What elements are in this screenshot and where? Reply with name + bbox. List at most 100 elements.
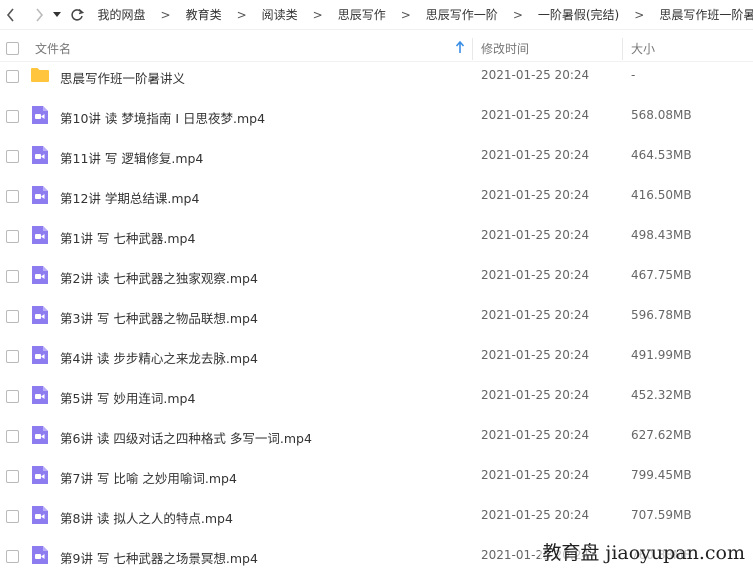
- row-checkbox[interactable]: [6, 270, 19, 283]
- column-header-name[interactable]: 文件名: [35, 40, 71, 57]
- file-size: 627.62MB: [631, 428, 692, 442]
- video-file-icon: [30, 465, 50, 485]
- file-modified-time: 2021-01-25 20:24: [481, 468, 590, 482]
- file-row[interactable]: 第1讲 写 七种武器.mp4 2021-01-25 20:24 498.43MB: [0, 222, 753, 262]
- file-size: 799.45MB: [631, 468, 692, 482]
- file-size: 596.78MB: [631, 308, 692, 322]
- row-checkbox[interactable]: [6, 430, 19, 443]
- file-modified-time: 2021-01-25 20:24: [481, 148, 590, 162]
- video-file-icon: [30, 345, 50, 365]
- file-size: 464.53MB: [631, 148, 692, 162]
- breadcrumb-item[interactable]: 思晨写作班一阶暑: [657, 6, 753, 23]
- file-name[interactable]: 第8讲 读 拟人之人的特点.mp4: [60, 508, 233, 527]
- file-list: 思晨写作班一阶暑讲义 2021-01-25 20:24 - 第10讲 读 梦境指南 I…: [0, 62, 753, 569]
- column-header-modified-time[interactable]: 修改时间: [481, 40, 529, 57]
- breadcrumb-item[interactable]: 我的网盘: [95, 6, 147, 23]
- file-row[interactable]: 第10讲 读 梦境指南 I 日思夜梦.mp4 2021-01-25 20:24 56…: [0, 102, 753, 142]
- select-all-checkbox[interactable]: [6, 42, 19, 55]
- row-checkbox[interactable]: [6, 470, 19, 483]
- video-file-icon: [30, 105, 50, 125]
- forward-button[interactable]: [28, 0, 50, 30]
- file-name[interactable]: 第5讲 写 妙用连词.mp4: [60, 388, 195, 407]
- navigation-bar: 我的网盘 > 教育类 > 阅读类 > 思辰写作 > 思辰写作一阶 > 一阶暑假(完结) > 思晨写作班一…: [0, 0, 753, 30]
- file-list-header: 文件名 修改时间 大小: [0, 36, 753, 62]
- file-size: 491.99MB: [631, 348, 692, 362]
- file-size: 452.32MB: [631, 388, 692, 402]
- chevron-right-icon: [36, 7, 43, 22]
- refresh-icon: [70, 8, 84, 21]
- video-file-icon: [30, 385, 50, 405]
- row-checkbox[interactable]: [6, 190, 19, 203]
- file-modified-time: 2021-01-25 20:24: [481, 348, 590, 362]
- breadcrumb-separator: >: [160, 7, 171, 22]
- row-checkbox[interactable]: [6, 70, 19, 83]
- row-checkbox[interactable]: [6, 550, 19, 563]
- file-row[interactable]: 第12讲 学期总结课.mp4 2021-01-25 20:24 416.50MB: [0, 182, 753, 222]
- breadcrumb-item[interactable]: 思辰写作一阶: [424, 6, 500, 23]
- file-row[interactable]: 第11讲 写 逻辑修复.mp4 2021-01-25 20:24 464.53MB: [0, 142, 753, 182]
- breadcrumb: 我的网盘 > 教育类 > 阅读类 > 思辰写作 > 思辰写作一阶 > 一阶暑假(完结) > 思晨写作班一…: [95, 6, 753, 23]
- row-checkbox[interactable]: [6, 230, 19, 243]
- file-size: -: [631, 68, 636, 82]
- file-size: 568.08MB: [631, 108, 692, 122]
- file-row[interactable]: 第5讲 写 妙用连词.mp4 2021-01-25 20:24 452.32MB: [0, 382, 753, 422]
- video-file-icon: [30, 185, 50, 205]
- file-row[interactable]: 第4讲 读 步步精心之来龙去脉.mp4 2021-01-25 20:24 491.9…: [0, 342, 753, 382]
- row-checkbox[interactable]: [6, 150, 19, 163]
- file-size: 416.50MB: [631, 188, 692, 202]
- file-name[interactable]: 思晨写作班一阶暑讲义: [60, 68, 185, 87]
- video-file-icon: [30, 145, 50, 165]
- breadcrumb-item[interactable]: 一阶暑假(完结): [536, 6, 621, 23]
- refresh-button[interactable]: [66, 0, 88, 30]
- file-size: 467.75MB: [631, 268, 692, 282]
- breadcrumb-separator: >: [236, 7, 247, 22]
- file-name[interactable]: 第2讲 读 七种武器之独家观察.mp4: [60, 268, 258, 287]
- breadcrumb-separator: >: [400, 7, 411, 22]
- column-divider[interactable]: [622, 38, 623, 60]
- file-modified-time: 2021-01-25 20:24: [481, 268, 590, 282]
- file-name[interactable]: 第10讲 读 梦境指南 I 日思夜梦.mp4: [60, 108, 265, 127]
- file-row[interactable]: 思晨写作班一阶暑讲义 2021-01-25 20:24 -: [0, 62, 753, 102]
- file-name[interactable]: 第11讲 写 逻辑修复.mp4: [60, 148, 203, 167]
- breadcrumb-item[interactable]: 阅读类: [260, 6, 300, 23]
- back-button[interactable]: [0, 0, 22, 30]
- row-checkbox[interactable]: [6, 390, 19, 403]
- file-name[interactable]: 第12讲 学期总结课.mp4: [60, 188, 199, 207]
- file-modified-time: 2021-01-25 20:24: [481, 428, 590, 442]
- file-row[interactable]: 第7讲 写 比喻 之妙用喻词.mp4 2021-01-25 20:24 799.45…: [0, 462, 753, 502]
- row-checkbox[interactable]: [6, 310, 19, 323]
- column-header-size[interactable]: 大小: [631, 40, 655, 57]
- video-file-icon: [30, 305, 50, 325]
- file-row[interactable]: 第6讲 读 四级对话之四种格式 多写一词.mp4 2021-01-25 20:24…: [0, 422, 753, 462]
- column-divider[interactable]: [472, 38, 473, 60]
- folder-icon: [30, 65, 50, 85]
- video-file-icon: [30, 545, 50, 565]
- file-name[interactable]: 第4讲 读 步步精心之来龙去脉.mp4: [60, 348, 258, 367]
- file-name[interactable]: 第9讲 写 七种武器之场景冥想.mp4: [60, 548, 258, 567]
- row-checkbox[interactable]: [6, 510, 19, 523]
- file-name[interactable]: 第6讲 读 四级对话之四种格式 多写一词.mp4: [60, 428, 312, 447]
- file-name[interactable]: 第7讲 写 比喻 之妙用喻词.mp4: [60, 468, 237, 487]
- chevron-left-icon: [6, 7, 14, 22]
- video-file-icon: [30, 505, 50, 525]
- file-modified-time: 2021-01-25 20:24: [481, 388, 590, 402]
- file-row[interactable]: 第2讲 读 七种武器之独家观察.mp4 2021-01-25 20:24 467.7…: [0, 262, 753, 302]
- file-modified-time: 2021-01-25 20:24: [481, 108, 590, 122]
- file-row[interactable]: 第8讲 读 拟人之人的特点.mp4 2021-01-25 20:24 707.59M…: [0, 502, 753, 542]
- file-row[interactable]: 第3讲 写 七种武器之物品联想.mp4 2021-01-25 20:24 596.7…: [0, 302, 753, 342]
- watermark-text: 教育盘 jiaoyupan.com: [540, 538, 747, 565]
- sort-ascending-icon[interactable]: [455, 41, 465, 55]
- video-file-icon: [30, 425, 50, 445]
- row-checkbox[interactable]: [6, 110, 19, 123]
- caret-down-icon: [52, 11, 61, 17]
- breadcrumb-item[interactable]: 思辰写作: [336, 6, 388, 23]
- file-name[interactable]: 第3讲 写 七种武器之物品联想.mp4: [60, 308, 258, 327]
- file-modified-time: 2021-01-25 20:24: [481, 508, 590, 522]
- file-modified-time: 2021-01-25 20:24: [481, 308, 590, 322]
- video-file-icon: [30, 225, 50, 245]
- file-name[interactable]: 第1讲 写 七种武器.mp4: [60, 228, 195, 247]
- row-checkbox[interactable]: [6, 350, 19, 363]
- breadcrumb-item[interactable]: 教育类: [184, 6, 224, 23]
- history-dropdown-button[interactable]: [50, 0, 64, 30]
- breadcrumb-separator: >: [312, 7, 323, 22]
